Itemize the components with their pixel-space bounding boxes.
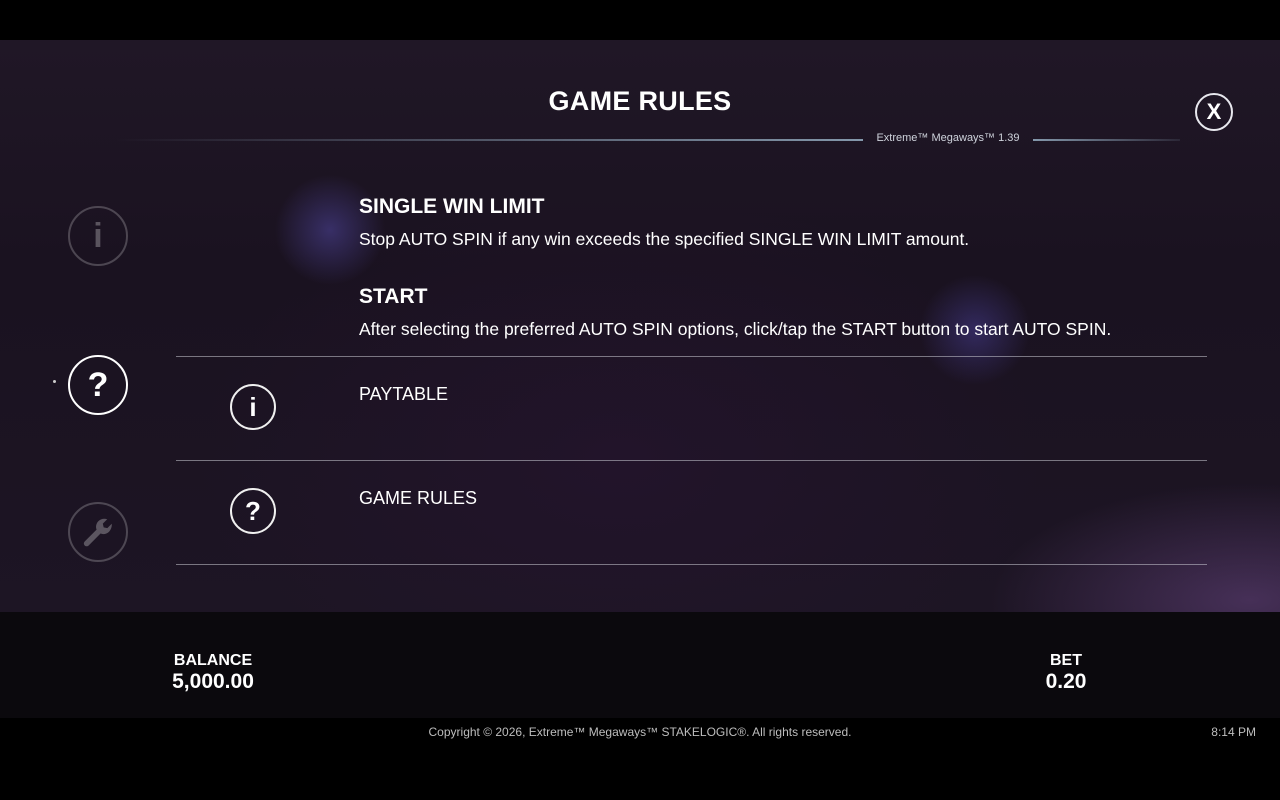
page-title: GAME RULES <box>548 86 732 116</box>
rule-heading: SINGLE WIN LIMIT <box>359 195 545 218</box>
rule-heading: START <box>359 285 428 308</box>
question-icon: ? <box>230 488 276 534</box>
info-icon: i <box>93 217 103 255</box>
side-nav-paytable[interactable]: i <box>68 206 128 266</box>
wrench-icon <box>81 515 115 549</box>
bet-value: 0.20 <box>1045 670 1087 693</box>
version-label: Extreme™ Megaways™ 1.39 <box>876 132 1020 144</box>
menu-item-game-rules[interactable]: ? GAME RULES <box>176 460 1207 564</box>
menu-item-label: PAYTABLE <box>359 384 449 404</box>
title-divider-right <box>1033 139 1180 141</box>
balance-label: BALANCE <box>173 652 253 669</box>
side-nav-settings[interactable] <box>68 502 128 562</box>
clock: 8:14 PM <box>1211 725 1256 739</box>
copyright-text: Copyright © 2026, Extreme™ Megaways™ STA… <box>428 725 852 739</box>
footer-bar: BALANCE 5,000.00 BET 0.20 <box>0 612 1280 718</box>
question-icon: ? <box>87 366 109 404</box>
side-nav-game-rules[interactable]: ? <box>68 355 128 415</box>
active-indicator <box>53 380 56 383</box>
title-divider-left <box>115 139 863 141</box>
top-bar <box>0 0 1280 40</box>
balance-value: 5,000.00 <box>172 670 254 693</box>
menu-item-label: GAME RULES <box>359 488 478 508</box>
bet-label: BET <box>1050 652 1082 669</box>
balance-display: BALANCE 5,000.00 <box>153 652 273 694</box>
rule-text: Stop AUTO SPIN if any win exceeds the sp… <box>359 229 970 249</box>
close-icon: X <box>1206 99 1222 124</box>
menu-item-paytable[interactable]: i PAYTABLE <box>176 356 1207 460</box>
info-glyph: i <box>249 392 257 422</box>
rule-text: After selecting the preferred AUTO SPIN … <box>359 319 1112 339</box>
close-button[interactable]: X <box>1195 93 1233 131</box>
menu-divider <box>176 564 1207 565</box>
bet-display: BET 0.20 <box>1026 652 1106 694</box>
question-glyph: ? <box>245 496 261 526</box>
game-rules-panel: GAME RULES X Extreme™ Megaways™ 1.39 i ?… <box>0 40 1280 612</box>
info-icon: i <box>230 384 276 430</box>
